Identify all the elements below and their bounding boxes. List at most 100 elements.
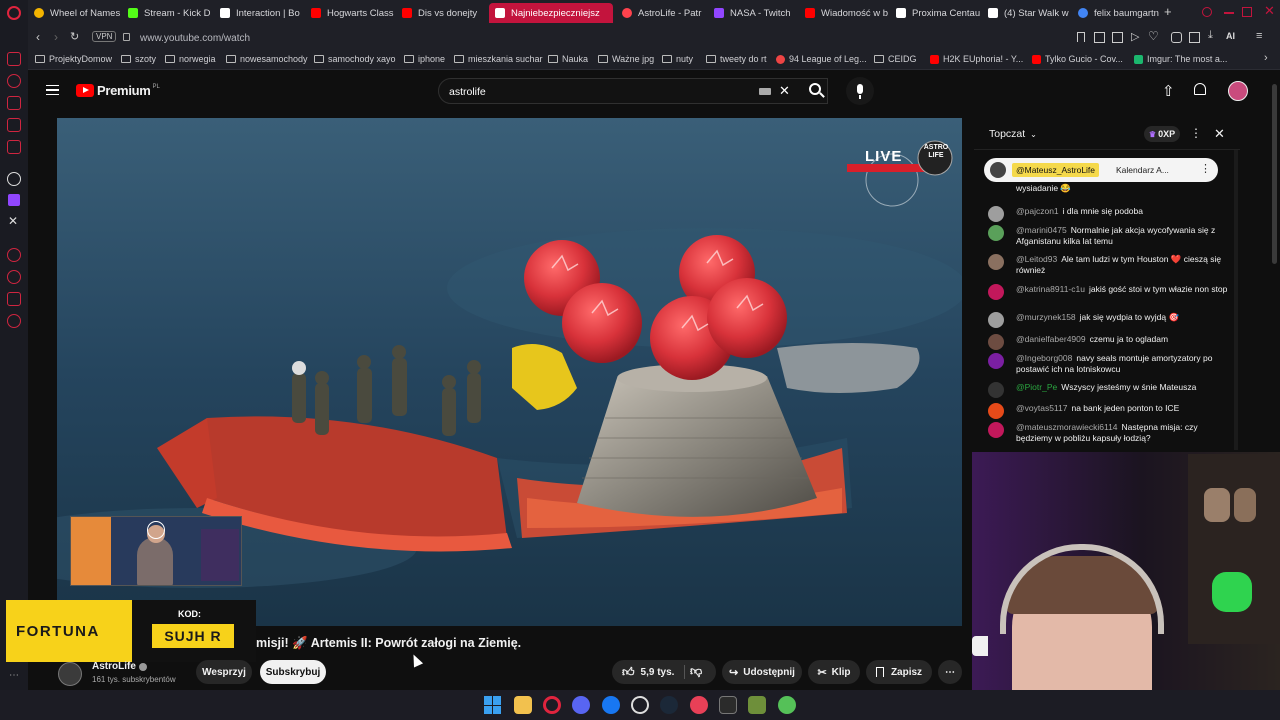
bookmark-folder[interactable]: nuty xyxy=(662,54,693,64)
lock-icon[interactable] xyxy=(123,33,130,41)
chat-menu-icon[interactable]: ⋮ xyxy=(1190,126,1202,140)
chat-username[interactable]: @voytas5117 xyxy=(1016,403,1067,413)
obs-icon[interactable] xyxy=(631,696,649,714)
browser-tab[interactable]: (4) Star Walk w xyxy=(988,3,1072,23)
chat-mode-dropdown[interactable]: Topczat ⌄ xyxy=(989,128,1037,140)
terminal-icon[interactable] xyxy=(719,696,737,714)
browser-tab[interactable]: Wheel of Names xyxy=(34,3,122,23)
more-actions-button[interactable]: ⋯ xyxy=(938,660,962,684)
sidebar-twitch-icon[interactable] xyxy=(8,194,20,206)
chat-username[interactable]: @Ingeborg008 xyxy=(1016,353,1072,363)
channel-points-badge[interactable]: ♛ 0XP xyxy=(1144,126,1180,142)
channel-name[interactable]: AstroLife xyxy=(92,661,136,672)
subscribe-button[interactable]: Subskrybuj xyxy=(260,660,326,684)
browser-tab[interactable]: Wiadomość w b xyxy=(805,3,889,23)
browser-tab[interactable]: felix baumgartn xyxy=(1078,3,1162,23)
vpn-badge[interactable]: VPN xyxy=(92,31,117,42)
chat-username[interactable]: @marini0475 xyxy=(1016,225,1067,235)
browser-tab[interactable]: Proxima Centau xyxy=(896,3,980,23)
new-tab-icon[interactable]: + xyxy=(1164,4,1172,19)
search-button[interactable] xyxy=(800,78,832,104)
bookmark-folder[interactable]: Ważne jpg xyxy=(598,54,654,64)
browser-tab[interactable]: Dis vs donejty xyxy=(402,3,486,23)
chat-username[interactable]: @danielfaber4909 xyxy=(1016,334,1086,344)
youtube-logo[interactable]: Premium PL xyxy=(76,83,160,98)
sidebar-history-icon[interactable] xyxy=(7,248,21,262)
opera-taskbar-icon[interactable] xyxy=(543,696,561,714)
url-field[interactable]: www.youtube.com/watch xyxy=(140,30,1100,46)
facebook-icon[interactable] xyxy=(602,696,620,714)
file-explorer-icon[interactable] xyxy=(514,696,532,714)
chat-username[interactable]: @katrina8911-c1u xyxy=(1016,284,1085,294)
sidebar-messenger-icon[interactable] xyxy=(7,118,21,132)
voice-search-button[interactable] xyxy=(846,77,874,105)
browser-tab-active[interactable]: Najniebezpieczniejsz xyxy=(489,3,613,23)
clip-button[interactable]: ✂ Klip xyxy=(808,660,860,684)
notifications-bell-icon[interactable] xyxy=(1194,83,1206,95)
bookmark-site[interactable]: H2K EUphoria! - Y... xyxy=(930,54,1023,64)
snapshot-icon[interactable] xyxy=(1094,32,1105,43)
extensions-icon[interactable] xyxy=(1171,32,1182,43)
support-button[interactable]: Wesprzyj xyxy=(196,660,252,684)
bookmark-folder[interactable]: tweety do rt xyxy=(706,54,767,64)
search-tabs-icon[interactable] xyxy=(1202,7,1212,17)
sidebar-aria-icon[interactable] xyxy=(7,74,21,88)
chat-username[interactable]: @Leitod93 xyxy=(1016,254,1057,264)
back-icon[interactable]: ‹ xyxy=(36,30,40,44)
minimize-icon[interactable] xyxy=(1224,12,1234,14)
aria-ai-icon[interactable]: AI xyxy=(1226,31,1235,41)
sidebar-more-icon[interactable]: ⋯ xyxy=(9,670,19,681)
chat-username[interactable]: @murzynek158 xyxy=(1016,312,1076,322)
bookmark-folder[interactable]: samochody xayo xyxy=(314,54,396,64)
account-avatar[interactable] xyxy=(1228,81,1248,101)
sidebar-clock-icon[interactable] xyxy=(7,270,21,284)
steam-icon[interactable] xyxy=(660,696,678,714)
like-button[interactable]: 👍︎ 5,9 tys. xyxy=(612,665,674,680)
browser-tab[interactable]: Interaction | Bo xyxy=(220,3,304,23)
forward-icon[interactable]: › xyxy=(54,30,58,44)
sponsor-banner[interactable]: FORTUNA KOD: SUJH R xyxy=(6,600,256,662)
chat-username[interactable]: @Piotr_Pe xyxy=(1016,382,1057,392)
bookmark-site[interactable]: Imgur: The most a... xyxy=(1134,54,1227,64)
bookmark-site[interactable]: Tylko Gucio - Cov... xyxy=(1032,54,1123,64)
upload-icon[interactable]: ⇧ xyxy=(1162,82,1175,100)
dislike-button[interactable]: 👎︎ xyxy=(690,664,702,679)
close-chat-icon[interactable]: ✕ xyxy=(1214,126,1225,142)
reload-icon[interactable]: ↻ xyxy=(70,30,79,43)
channel-avatar[interactable] xyxy=(58,662,82,686)
page-scrollbar[interactable] xyxy=(1272,84,1277,264)
browser-tab[interactable]: Stream - Kick D xyxy=(128,3,214,23)
minecraft-icon[interactable] xyxy=(748,696,766,714)
download-icon[interactable]: ⤓ xyxy=(1208,29,1213,42)
bookmark-folder[interactable]: nowesamochody xyxy=(226,54,308,64)
heart-icon[interactable]: ♡ xyxy=(1148,29,1159,43)
sidebar-music-icon[interactable] xyxy=(7,96,21,110)
riot-icon[interactable] xyxy=(690,696,708,714)
opera-logo-icon[interactable] xyxy=(7,6,21,20)
sidebar-x-icon[interactable]: ✕ xyxy=(8,214,18,228)
chat-username[interactable]: @pajczon1 xyxy=(1016,206,1059,216)
hamburger-menu-icon[interactable] xyxy=(46,85,59,95)
maximize-icon[interactable] xyxy=(1242,7,1252,17)
sidebar-settings-icon[interactable] xyxy=(7,314,21,328)
bookmark-folder[interactable]: norwegia xyxy=(165,54,216,64)
bookmark-folder[interactable]: iphone xyxy=(404,54,445,64)
bookmark-folder[interactable]: ProjektyDomow xyxy=(35,54,112,64)
sidebar-gmail-icon[interactable] xyxy=(7,140,21,154)
chat-input-button[interactable] xyxy=(972,636,988,656)
search-input[interactable]: astrolife ✕ xyxy=(438,78,828,104)
keyboard-icon[interactable] xyxy=(759,88,771,95)
browser-tab[interactable]: AstroLife - Patr xyxy=(622,3,706,23)
sidebar-wallet-icon[interactable] xyxy=(7,52,21,66)
bookmark-folder[interactable]: mieszkania suchar xyxy=(454,54,543,64)
discord-icon[interactable] xyxy=(572,696,590,714)
start-menu-icon[interactable] xyxy=(484,696,502,714)
bookmarks-overflow-icon[interactable]: › xyxy=(1264,52,1268,64)
browser-tab[interactable]: NASA - Twitch xyxy=(714,3,800,23)
sidebar-extensions-icon[interactable] xyxy=(7,292,21,306)
share-icon[interactable] xyxy=(1189,32,1200,43)
chat-username[interactable]: @mateuszmorawiecki6114 xyxy=(1016,422,1118,432)
sidebar-chatgpt-icon[interactable] xyxy=(7,172,21,186)
app-icon[interactable] xyxy=(778,696,796,714)
close-window-icon[interactable]: ✕ xyxy=(1264,3,1275,19)
